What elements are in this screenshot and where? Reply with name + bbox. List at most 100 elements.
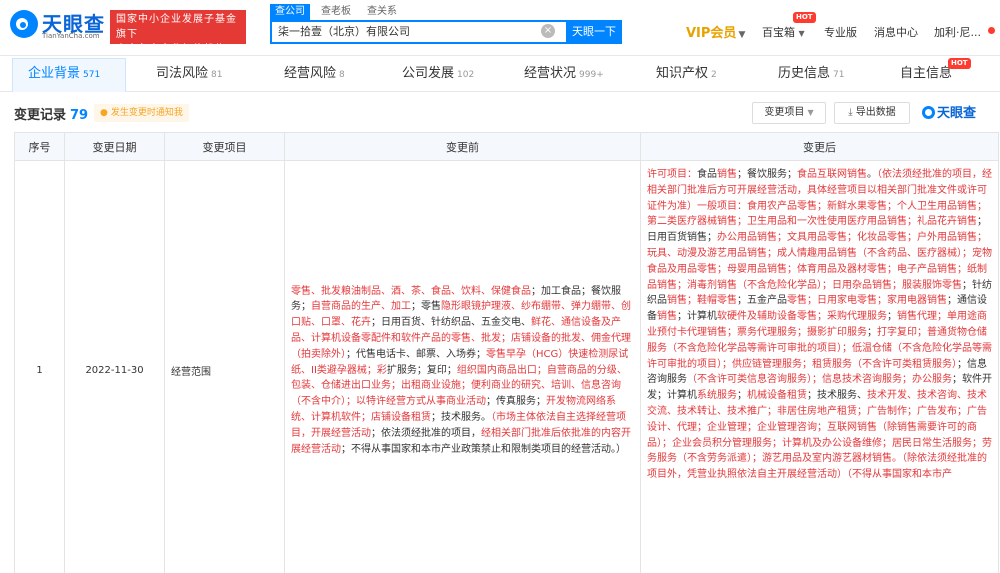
tab-label: 经营风险: [284, 66, 337, 81]
search-tab-company[interactable]: 查公司: [270, 4, 310, 20]
header-after: 变更后: [640, 132, 999, 161]
brand-watermark: 天眼查: [922, 102, 976, 121]
text-segment: 扩服务；复印；: [386, 364, 457, 376]
notification-dot: [988, 27, 995, 34]
highlighted-text-segment: 销售；鞋帽零售: [667, 295, 737, 307]
text-segment: ；技术服务。: [431, 411, 491, 423]
export-data-button[interactable]: ⤓ 导出数据: [834, 102, 910, 124]
chevron-down-icon: ▼: [738, 30, 746, 40]
tab-label: 历史信息: [778, 66, 831, 81]
header-item: 变更项目: [164, 132, 285, 161]
filter-label: 变更项目: [764, 107, 805, 118]
tab-business-status[interactable]: 经营状况 999+: [524, 56, 604, 92]
hot-badge: HOT: [793, 12, 816, 23]
text-segment: ；五金产品: [737, 295, 787, 307]
vip-member-menu[interactable]: VIP会员 ▼: [686, 22, 745, 41]
eye-logo-icon: [922, 106, 935, 119]
tab-count: 8: [339, 70, 345, 80]
chevron-down-icon: ▼: [807, 108, 814, 117]
text-segment: 食品: [697, 169, 717, 180]
text-segment: ；代售电话卡、邮票、入场券；: [346, 348, 486, 360]
tab-background[interactable]: 企业背景 571: [28, 56, 100, 92]
highlighted-text-segment: 许可项目：: [647, 169, 697, 180]
tab-count: 71: [833, 70, 845, 80]
after-content: 许可项目：食品销售；餐饮服务；食品互联网销售。（依法须经批准的项目，经相关部门批…: [647, 167, 992, 483]
tab-intellectual-property[interactable]: 知识产权 2: [656, 56, 717, 92]
tab-count: 571: [83, 70, 101, 80]
tab-label: 自主信息: [900, 66, 953, 81]
before-content: 零售、批发粮油制品、酒、茶、食品、饮料、保健食品；加工食品；餐饮服务；自营商品的…: [291, 284, 634, 458]
header-index: 序号: [14, 132, 65, 161]
nav-toolbox[interactable]: 百宝箱 ▼: [762, 24, 805, 40]
export-label: 导出数据: [855, 107, 896, 118]
download-icon: ⤓: [848, 107, 853, 118]
notify-label: 发生变更时通知我: [110, 108, 183, 118]
search-tab-relation[interactable]: 查关系: [362, 4, 402, 20]
text-segment: ；依法须经批准的项目，: [371, 427, 481, 439]
tab-count: 999+: [579, 70, 604, 80]
nav-pro[interactable]: 专业版: [824, 24, 857, 40]
tab-company-development[interactable]: 公司发展 102: [402, 56, 474, 92]
text-segment: ；餐饮服务；: [737, 169, 797, 180]
tab-count: 102: [457, 70, 475, 80]
highlighted-text-segment: （不含许可类信息咨询服务）；信息技术咨询服务；办公服务: [687, 374, 952, 386]
highlighted-text-segment: 软硬件及辅助设备零售；采购代理服务: [717, 311, 887, 323]
row-date: 2022-11-30: [64, 160, 165, 573]
record-count: 79: [70, 108, 89, 123]
search-tab-boss[interactable]: 查老板: [316, 4, 356, 20]
header-date: 变更日期: [64, 132, 165, 161]
tianyancha-logo[interactable]: 天眼查 TianYanCha.com: [10, 8, 110, 44]
tab-label: 知识产权: [656, 66, 709, 81]
text-segment: ；技术服务、: [807, 390, 867, 402]
hot-badge: HOT: [948, 58, 971, 69]
highlighted-text-segment: 机械设备租赁: [747, 390, 807, 402]
nav-user[interactable]: 加利·尼...: [934, 24, 981, 40]
change-records-table: 序号 变更日期 变更项目 变更前 变更后 1 2022-11-30 经营范围 零…: [14, 132, 999, 573]
tab-label: 企业背景: [28, 66, 81, 81]
table-header-row: 序号 变更日期 变更项目 变更前 变更后: [14, 132, 999, 161]
tab-self-info[interactable]: 自主信息: [900, 56, 952, 92]
logo-url: TianYanCha.com: [42, 32, 100, 40]
text-segment: ；零售: [411, 301, 441, 313]
category-tabs: 企业背景 571 司法风险 81 经营风险 8 公司发展 102 经营状况 999+ 知识…: [0, 56, 1000, 92]
highlighted-text-segment: 食品互联网销售: [797, 169, 867, 180]
bell-icon: ●: [100, 108, 108, 118]
gov-badge-line1: 国家中小企业发展子基金旗下: [116, 14, 237, 40]
tab-label: 司法风险: [156, 66, 209, 81]
table-row: 1 2022-11-30 经营范围 零售、批发粮油制品、酒、茶、食品、饮料、保健…: [14, 160, 999, 573]
text-segment: ；: [867, 326, 877, 338]
change-item-filter[interactable]: 变更项目 ▼: [752, 102, 826, 124]
highlighted-text-segment: 零售；日用家电零售；家用电器销售: [787, 295, 947, 307]
gov-badge-line2: 官方备案企业征信机构: [116, 44, 226, 55]
highlighted-text-segment: 销售: [657, 311, 677, 323]
text-segment: ；日用百货、针纺织品、五金交电、: [371, 317, 531, 329]
clear-search-icon[interactable]: ×: [541, 24, 555, 38]
search-input[interactable]: 柒一拾壹（北京）有限公司: [270, 20, 566, 44]
after-content-cell: 许可项目：食品销售；餐饮服务；食品互联网销售。（依法须经批准的项目，经相关部门批…: [640, 160, 999, 573]
section-title: 变更记录 79: [14, 104, 88, 123]
highlighted-text-segment: 自营商品的生产、加工: [311, 301, 411, 313]
eye-logo-icon: [10, 10, 38, 38]
row-item: 经营范围: [164, 160, 285, 573]
nav-toolbox-label: 百宝箱: [762, 26, 795, 39]
header-before: 变更前: [284, 132, 641, 161]
chevron-down-icon: ▼: [798, 29, 805, 38]
tab-history[interactable]: 历史信息 71: [778, 56, 844, 92]
text-segment: ；计算机: [677, 311, 717, 323]
text-segment: 。: [867, 169, 877, 180]
top-navigation-bar: 天眼查 TianYanCha.com 国家中小企业发展子基金旗下 官方备案企业征…: [0, 0, 1000, 56]
tab-label: 公司发展: [402, 66, 455, 81]
tab-judicial-risk[interactable]: 司法风险 81: [156, 56, 222, 92]
brand-text: 天眼查: [937, 106, 977, 121]
text-segment: ；不得从事国家和本市产业政策禁止和限制类项目的经营活动。）: [341, 443, 626, 455]
row-index: 1: [14, 160, 65, 573]
search-type-tabs: 查公司 查老板 查关系: [270, 4, 408, 20]
notify-on-change-button[interactable]: ● 发生变更时通知我: [94, 104, 189, 122]
tab-label: 经营状况: [524, 66, 577, 81]
nav-messages[interactable]: 消息中心: [874, 24, 918, 40]
before-content-cell: 零售、批发粮油制品、酒、茶、食品、饮料、保健食品；加工食品；餐饮服务；自营商品的…: [284, 160, 641, 573]
text-segment: ；传真服务；: [486, 396, 546, 408]
tab-operational-risk[interactable]: 经营风险 8: [284, 56, 345, 92]
search-button[interactable]: 天眼一下: [566, 20, 622, 44]
gov-badge: 国家中小企业发展子基金旗下 官方备案企业征信机构: [110, 10, 246, 55]
